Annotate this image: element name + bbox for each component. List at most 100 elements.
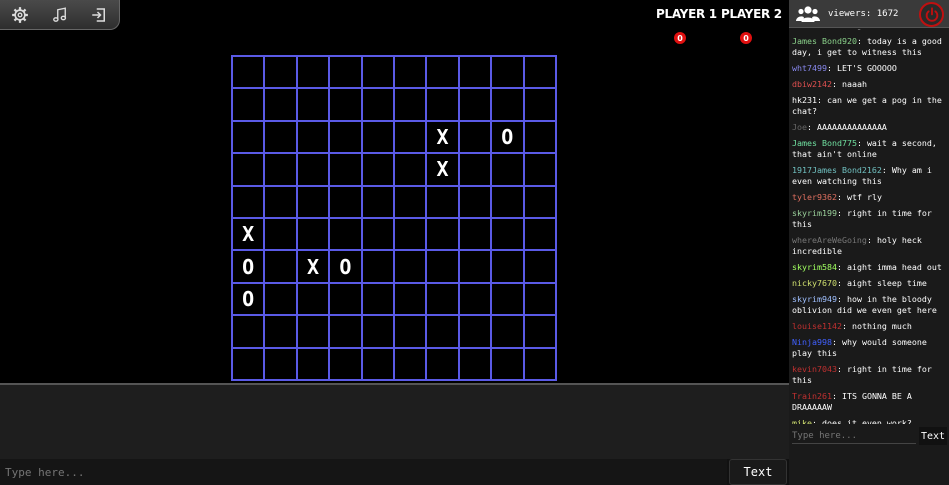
board-cell[interactable] — [362, 121, 395, 155]
board-cell[interactable] — [459, 316, 493, 349]
board-cell[interactable] — [233, 348, 266, 381]
board-cell[interactable] — [362, 154, 395, 187]
board-cell[interactable] — [330, 218, 363, 252]
board-cell[interactable] — [330, 348, 363, 381]
board-cell[interactable] — [330, 57, 363, 90]
board-cell[interactable] — [265, 154, 298, 187]
board-cell[interactable] — [459, 218, 493, 252]
board-cell[interactable] — [265, 57, 298, 90]
power-button[interactable] — [919, 2, 944, 27]
board-cell[interactable] — [427, 186, 460, 219]
board-cell[interactable]: O — [330, 251, 363, 284]
board-cell[interactable]: X — [233, 218, 266, 252]
board-cell[interactable] — [297, 121, 331, 155]
board-cell[interactable] — [524, 218, 557, 252]
board-cell[interactable] — [427, 57, 460, 90]
board-cell[interactable] — [265, 348, 298, 381]
board-cell[interactable] — [297, 186, 331, 219]
board-cell[interactable] — [492, 89, 525, 122]
board-cell[interactable] — [265, 121, 298, 155]
board-cell[interactable] — [459, 57, 493, 90]
board-cell[interactable] — [265, 251, 298, 284]
board-cell[interactable] — [524, 89, 557, 122]
board-cell[interactable] — [524, 283, 557, 317]
board-cell[interactable] — [297, 283, 331, 317]
board-cell[interactable] — [233, 316, 266, 349]
board-cell[interactable] — [297, 57, 331, 90]
board-cell[interactable] — [362, 89, 395, 122]
board-cell[interactable] — [233, 154, 266, 187]
board-cell[interactable] — [265, 283, 298, 317]
board-cell[interactable] — [297, 218, 331, 252]
board-cell[interactable] — [265, 218, 298, 252]
board-cell[interactable] — [330, 283, 363, 317]
board-cell[interactable]: X — [427, 121, 460, 155]
board-cell[interactable] — [427, 251, 460, 284]
board-cell[interactable]: O — [492, 121, 525, 155]
board-cell[interactable] — [362, 218, 395, 252]
board-cell[interactable] — [330, 121, 363, 155]
board-cell[interactable] — [492, 316, 525, 349]
board-cell[interactable] — [394, 89, 428, 122]
board-cell[interactable] — [427, 348, 460, 381]
settings-button[interactable] — [0, 0, 40, 30]
board-cell[interactable] — [459, 251, 493, 284]
board-cell[interactable]: O — [233, 251, 266, 284]
board-cell[interactable] — [233, 121, 266, 155]
exit-button[interactable] — [79, 0, 119, 30]
board-cell[interactable] — [362, 283, 395, 317]
board-cell[interactable] — [394, 283, 428, 317]
board-cell[interactable] — [297, 89, 331, 122]
chat-send-button[interactable]: Text — [919, 427, 947, 445]
board-cell[interactable] — [394, 57, 428, 90]
board-cell[interactable] — [297, 316, 331, 349]
board-cell[interactable] — [524, 348, 557, 381]
board-cell[interactable] — [330, 316, 363, 349]
board-cell[interactable] — [233, 89, 266, 122]
board-cell[interactable]: X — [427, 154, 460, 187]
board-cell[interactable]: X — [297, 251, 331, 284]
board-cell[interactable] — [394, 154, 428, 187]
board-cell[interactable] — [394, 316, 428, 349]
board-cell[interactable] — [265, 186, 298, 219]
board-cell[interactable] — [265, 316, 298, 349]
board-cell[interactable] — [427, 218, 460, 252]
music-button[interactable] — [40, 0, 80, 30]
board-cell[interactable] — [297, 348, 331, 381]
board-cell[interactable] — [233, 186, 266, 219]
board-cell[interactable] — [524, 154, 557, 187]
main-text-input[interactable] — [0, 459, 727, 485]
board-cell[interactable] — [362, 348, 395, 381]
board-cell[interactable] — [330, 154, 363, 187]
board-cell[interactable]: O — [233, 283, 266, 317]
board-cell[interactable] — [492, 186, 525, 219]
board-cell[interactable] — [524, 251, 557, 284]
chat-input[interactable] — [792, 428, 916, 444]
board-cell[interactable] — [459, 186, 493, 219]
board-cell[interactable] — [427, 316, 460, 349]
board-cell[interactable] — [492, 251, 525, 284]
board-cell[interactable] — [394, 121, 428, 155]
board-cell[interactable] — [459, 154, 493, 187]
board-cell[interactable] — [362, 316, 395, 349]
board-cell[interactable] — [394, 186, 428, 219]
board-cell[interactable] — [459, 121, 493, 155]
board-cell[interactable] — [492, 218, 525, 252]
board-cell[interactable] — [362, 186, 395, 219]
board-cell[interactable] — [330, 89, 363, 122]
board-cell[interactable] — [459, 283, 493, 317]
board-cell[interactable] — [362, 251, 395, 284]
board-cell[interactable] — [427, 283, 460, 317]
board-cell[interactable] — [524, 316, 557, 349]
board-cell[interactable] — [394, 218, 428, 252]
board-cell[interactable] — [524, 186, 557, 219]
board-cell[interactable] — [362, 57, 395, 90]
board-cell[interactable] — [492, 348, 525, 381]
board-cell[interactable] — [265, 89, 298, 122]
board-cell[interactable] — [492, 283, 525, 317]
board-cell[interactable] — [459, 348, 493, 381]
board-cell[interactable] — [524, 121, 557, 155]
board-cell[interactable] — [394, 348, 428, 381]
board-cell[interactable] — [524, 57, 557, 90]
board-cell[interactable] — [492, 154, 525, 187]
